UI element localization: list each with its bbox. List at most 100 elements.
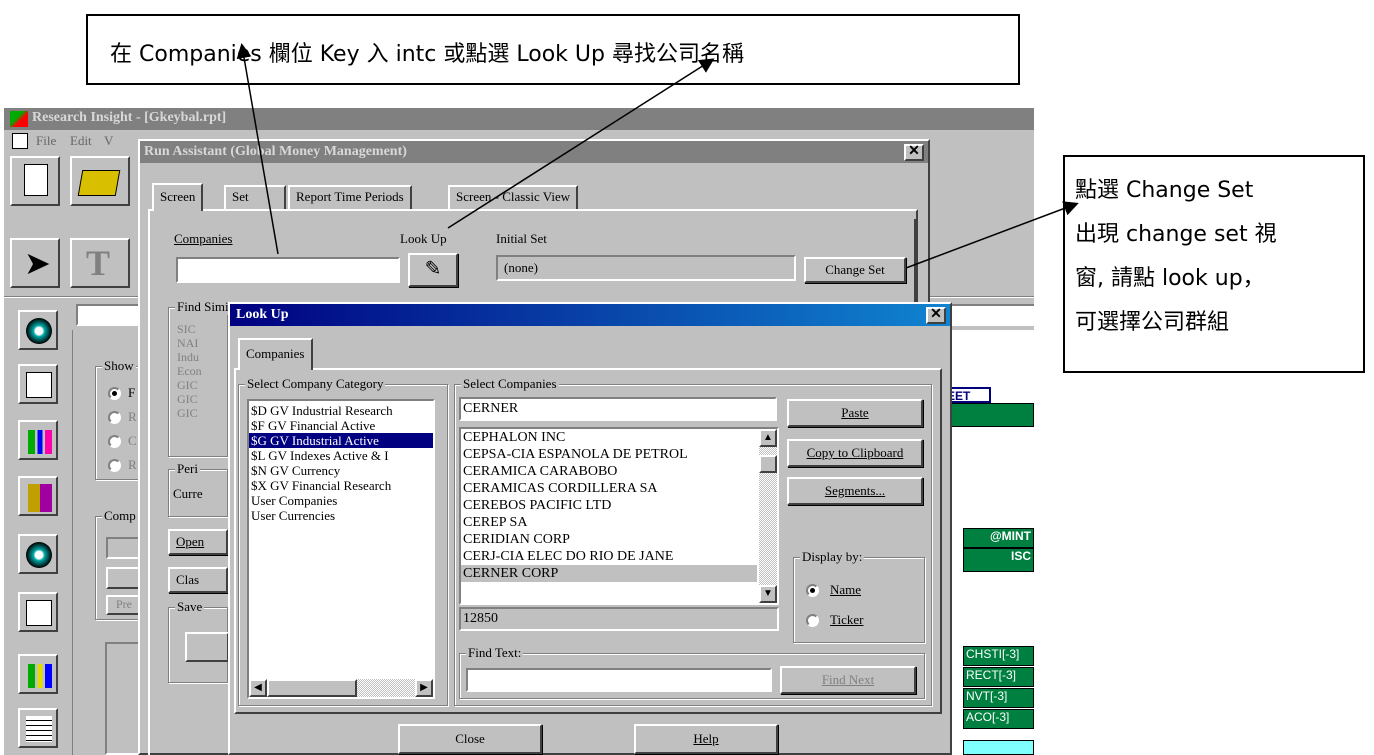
lookup-button[interactable]: ✎ [408, 253, 458, 287]
tab-set[interactable]: Set [224, 185, 286, 209]
new-file-button[interactable] [10, 156, 60, 206]
side-tool-1[interactable] [18, 310, 58, 350]
category-list[interactable]: $D GV Industrial Research $F GV Financia… [247, 399, 435, 699]
display-ticker-radio[interactable] [806, 614, 819, 627]
company-item-4[interactable]: CERAMICAS CORDILLERA SA [461, 480, 777, 497]
run-assistant-titlebar: Run Assistant (Global Money Management) … [140, 141, 928, 163]
show-option-1: F [128, 385, 136, 400]
company-scroll-up[interactable]: ▲ [759, 429, 777, 447]
run-assistant-close-button[interactable]: ✕ [904, 144, 924, 161]
show-radio-2[interactable] [108, 411, 121, 424]
company-code-field: 12850 [459, 607, 779, 631]
criteria-industry: Indu [177, 350, 199, 364]
period-group: Peri Curre [168, 461, 228, 517]
category-item-7[interactable]: User Companies [249, 493, 433, 508]
menu-file[interactable]: File [36, 133, 56, 149]
isc-cell: ISC [963, 548, 1034, 572]
side-tool-8[interactable] [18, 708, 58, 748]
company-item-6[interactable]: CEREP SA [461, 514, 777, 531]
copy-to-clipboard-button[interactable]: Copy to Clipboard [787, 439, 923, 467]
save-button[interactable] [185, 632, 229, 662]
company-scroll-down[interactable]: ▼ [759, 585, 777, 603]
find-text-input[interactable] [466, 668, 772, 692]
lookup-label: Look Up [400, 231, 447, 247]
find-next-button[interactable]: Find Next [780, 666, 916, 694]
period-value: Curre [173, 486, 203, 501]
segments-label: Segments... [824, 483, 886, 498]
side-tool-4[interactable] [18, 476, 58, 516]
pointer-tool-button[interactable]: ➤ [10, 238, 60, 288]
tab-set-label: Set [232, 189, 249, 204]
tab-screen-classic-label: Screen - Classic View [456, 189, 571, 204]
open-file-button[interactable] [70, 156, 130, 206]
hand-book-icon: ✎ [424, 258, 442, 280]
company-item-5[interactable]: CEREBOS PACIFIC LTD [461, 497, 777, 514]
company-item-8[interactable]: CERJ-CIA ELEC DO RIO DE JANE [461, 548, 777, 565]
company-item-9[interactable]: CERNER CORP [461, 565, 757, 582]
building-icon [28, 484, 52, 512]
side-tool-3[interactable] [18, 420, 58, 460]
open-label: Open [176, 534, 205, 549]
lookup-tab-companies[interactable]: Companies [238, 338, 313, 370]
change-set-button[interactable]: Change Set [804, 257, 906, 283]
category-item-2[interactable]: $F GV Financial Active [249, 418, 433, 433]
show-radio-1[interactable] [108, 387, 121, 400]
column-chart-icon [28, 664, 52, 688]
side-tool-7[interactable] [18, 654, 58, 694]
category-item-5[interactable]: $N GV Currency [249, 463, 433, 478]
text-tool-icon: T [86, 243, 111, 283]
company-search-input[interactable] [459, 397, 777, 421]
display-name-radio[interactable] [806, 584, 819, 597]
tab-screen-classic[interactable]: Screen - Classic View [448, 185, 579, 209]
new-file-icon [24, 164, 48, 196]
sheet-row-1-label: CHSTI[-3] [966, 647, 1020, 661]
close-button[interactable]: Close [398, 724, 542, 754]
company-item-3[interactable]: CERAMICA CARABOBO [461, 463, 777, 480]
display-ticker-label: Ticker [830, 612, 864, 627]
category-group-label: Select Company Category [245, 376, 386, 392]
classic-button[interactable]: Clas [168, 567, 228, 593]
companies-label-text: Companies [174, 231, 233, 246]
company-scroll-thumb[interactable] [759, 455, 777, 473]
find-similar-group: Find Similar Companies SIC NAI Indu Econ… [168, 299, 307, 457]
menu-view[interactable]: V [104, 133, 113, 149]
category-scroll-right[interactable]: ▶ [415, 679, 433, 697]
category-scroll-left[interactable]: ◀ [249, 679, 267, 697]
company-item-7[interactable]: CERIDIAN CORP [461, 531, 777, 548]
lookup-close-button[interactable]: ✕ [926, 307, 946, 324]
company-item-2[interactable]: CEPSA-CIA ESPANOLA DE PETROL [461, 446, 777, 463]
company-list[interactable]: CEPHALON INC CEPSA-CIA ESPANOLA DE PETRO… [459, 427, 779, 605]
criteria-economic: Econ [177, 364, 202, 378]
category-scroll-thumb[interactable] [267, 679, 357, 697]
menu-edit[interactable]: Edit [70, 133, 92, 149]
side-tool-5[interactable] [18, 534, 58, 574]
category-item-6[interactable]: $X GV Financial Research [249, 478, 433, 493]
lookup-titlebar: Look Up ✕ [230, 304, 950, 326]
show-radio-3[interactable] [108, 435, 121, 448]
side-tool-6[interactable] [18, 592, 58, 632]
companies-input[interactable] [176, 257, 400, 283]
side-tool-2[interactable] [18, 364, 58, 404]
tab-report-time-periods[interactable]: Report Time Periods [288, 185, 412, 209]
company-vscrollbar[interactable]: ▲ ▼ [759, 429, 777, 603]
open-button[interactable]: Open [168, 529, 228, 555]
lookup-dialog: Look Up ✕ Companies Select Company Categ… [228, 302, 952, 755]
initial-set-label: Initial Set [496, 231, 547, 246]
show-radio-4[interactable] [108, 459, 121, 472]
category-item-8[interactable]: User Currencies [249, 508, 433, 523]
help-button[interactable]: Help [634, 724, 778, 754]
category-item-1[interactable]: $D GV Industrial Research [249, 403, 433, 418]
sheet-row-3-label: NVT[-3] [966, 689, 1008, 703]
category-item-4[interactable]: $L GV Indexes Active & I [249, 448, 433, 463]
text-tool-button[interactable]: T [70, 238, 130, 288]
tab-screen[interactable]: Screen [152, 183, 204, 211]
right-callout-line-4: 可選擇公司群組 [1075, 310, 1230, 335]
category-hscrollbar[interactable]: ◀ ▶ [249, 679, 433, 697]
doc-icon [12, 133, 28, 149]
paste-button[interactable]: Paste [787, 399, 923, 427]
close-label: Close [455, 731, 485, 746]
company-item-1[interactable]: CEPHALON INC [461, 429, 777, 446]
segments-button[interactable]: Segments... [787, 477, 923, 505]
sheet-row-1: CHSTI[-3] [963, 646, 1034, 666]
category-item-3[interactable]: $G GV Industrial Active [249, 433, 433, 448]
